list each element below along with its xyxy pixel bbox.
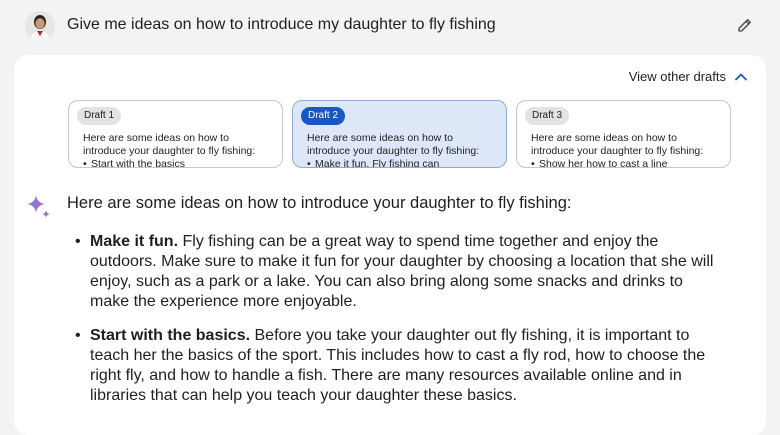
draft-chip: Draft 1 xyxy=(77,107,122,125)
prompt-text: Give me ideas on how to introduce my dau… xyxy=(67,16,496,33)
draft-preview-text: Here are some ideas on how to introduce … xyxy=(83,132,256,157)
draft-preview-text: Here are some ideas on how to introduce … xyxy=(307,132,480,157)
draft-preview-bullet: Show her how to cast a line xyxy=(531,158,667,167)
draft-card-2[interactable]: Draft 2 Here are some ideas on how to in… xyxy=(292,100,507,168)
view-other-drafts-label: View other drafts xyxy=(628,69,726,84)
draft-card-3[interactable]: Draft 3 Here are some ideas on how to in… xyxy=(516,100,731,168)
sparkle-icon xyxy=(27,195,50,218)
user-avatar xyxy=(25,11,55,41)
avatar-icon xyxy=(25,11,55,41)
draft-preview-bullet: Start with the basics xyxy=(83,158,185,167)
list-item-title: Make it fun. xyxy=(90,233,179,250)
pencil-icon[interactable] xyxy=(736,16,754,34)
list-item: Start with the basics. Before you take y… xyxy=(75,326,720,406)
draft-preview-bullet: Make it fun. Fly fishing can xyxy=(307,158,439,167)
response-intro: Here are some ideas on how to introduce … xyxy=(67,194,572,212)
draft-card-1[interactable]: Draft 1 Here are some ideas on how to in… xyxy=(68,100,283,168)
draft-chip: Draft 2 xyxy=(301,107,346,125)
list-item-title: Start with the basics. xyxy=(90,327,251,344)
view-other-drafts-button[interactable]: View other drafts xyxy=(629,69,748,84)
chevron-up-icon xyxy=(735,73,747,80)
draft-chip: Draft 3 xyxy=(525,107,570,125)
response-list: Make it fun. Fly fishing can be a great … xyxy=(75,232,720,420)
list-item-body: Fly fishing can be a great way to spend … xyxy=(90,233,714,310)
user-prompt-row: Give me ideas on how to introduce my dau… xyxy=(0,0,780,52)
list-item: Make it fun. Fly fishing can be a great … xyxy=(75,232,720,312)
draft-preview-text: Here are some ideas on how to introduce … xyxy=(531,132,704,157)
